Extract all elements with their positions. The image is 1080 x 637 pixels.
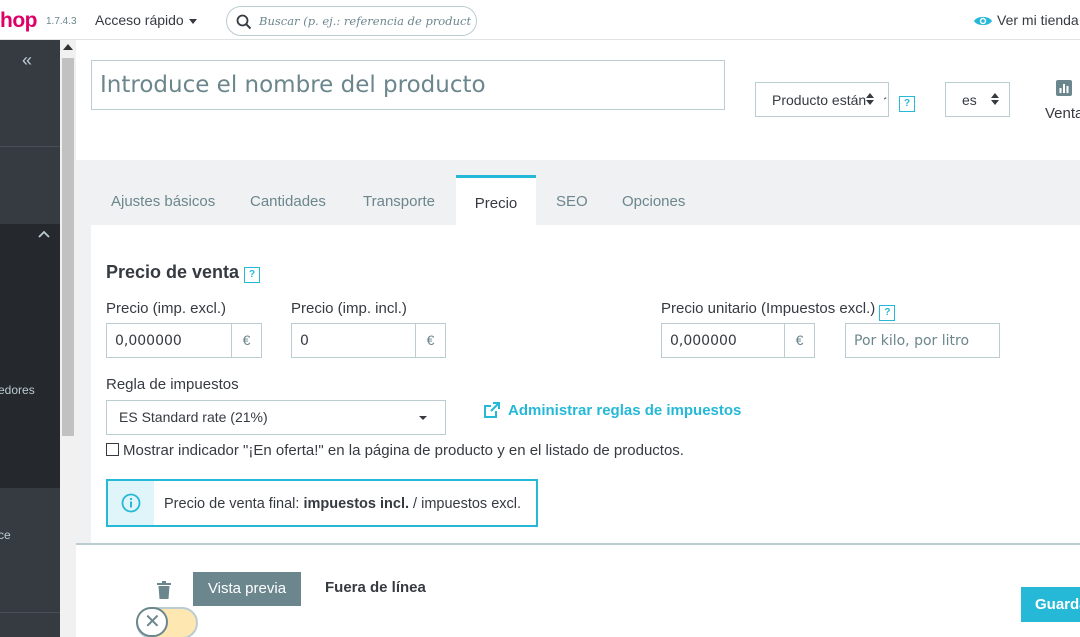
top-header: hop 1.7.4.3 Acceso rápido Ver mi tienda — [0, 0, 1080, 40]
save-button[interactable]: Guardar — [1021, 587, 1080, 622]
price-incl-field[interactable]: € — [291, 323, 446, 358]
final-price-info: Precio de venta final: impuestos incl. /… — [106, 479, 538, 527]
final-price-toggle-incl[interactable]: impuestos incl. — [303, 496, 409, 512]
tab-options[interactable]: Opciones — [622, 175, 685, 225]
price-excl-field[interactable]: € — [106, 323, 262, 358]
unit-price-field[interactable]: € — [661, 323, 815, 358]
tab-seo[interactable]: SEO — [556, 175, 588, 225]
on-sale-option[interactable]: Mostrar indicador "¡En oferta!" en la pá… — [106, 442, 684, 459]
help-icon[interactable]: ? — [899, 96, 915, 112]
section-title: Precio de venta ? — [106, 262, 261, 283]
info-icon-wrap — [108, 481, 154, 525]
price-excl-label: Precio (imp. excl.) — [106, 300, 227, 317]
chevron-up-icon[interactable] — [38, 230, 50, 238]
language-select[interactable]: es — [945, 82, 1010, 117]
final-price-prefix: Precio de venta final: — [164, 496, 304, 512]
final-price-text: Precio de venta final: impuestos incl. /… — [164, 496, 521, 512]
tab-shipping[interactable]: Transporte — [363, 175, 435, 225]
on-sale-checkbox[interactable] — [106, 443, 119, 456]
search-box[interactable] — [226, 6, 477, 36]
unit-price-label-text: Precio unitario (Impuestos excl.) — [661, 300, 876, 317]
version-label: 1.7.4.3 — [46, 16, 77, 27]
view-shop-label: Ver mi tienda — [997, 12, 1079, 28]
tax-rule-value: ES Standard rate (21%) — [119, 409, 268, 425]
sidebar: « edores ce — [0, 40, 60, 637]
toggle-knob[interactable]: ✕ — [136, 607, 168, 637]
caret-down-icon — [419, 416, 427, 420]
unit-input[interactable] — [846, 324, 999, 357]
tab-pricing[interactable]: Precio — [456, 175, 536, 225]
quick-access-dropdown[interactable]: Acceso rápido — [95, 12, 197, 28]
search-input[interactable] — [259, 12, 471, 30]
tax-rule-select[interactable]: ES Standard rate (21%) — [106, 400, 446, 435]
external-link-icon — [484, 402, 500, 418]
sales-label: Ventas — [1045, 105, 1080, 122]
close-icon: ✕ — [144, 611, 161, 633]
info-icon — [121, 493, 141, 513]
logo[interactable]: hop — [0, 9, 37, 33]
help-icon[interactable]: ? — [879, 305, 896, 321]
section-title-text: Precio de venta — [106, 262, 240, 282]
sidebar-active-section — [0, 224, 60, 488]
on-sale-label: Mostrar indicador "¡En oferta!" en la pá… — [123, 442, 684, 459]
price-incl-label: Precio (imp. incl.) — [291, 300, 407, 317]
unit-price-label: Precio unitario (Impuestos excl.) ? — [661, 300, 896, 321]
view-shop-link[interactable]: Ver mi tienda — [973, 12, 1079, 28]
collapse-sidebar-icon[interactable]: « — [22, 50, 32, 71]
select-arrows-icon — [866, 93, 884, 107]
tab-quantities[interactable]: Cantidades — [250, 175, 326, 225]
product-type-select[interactable]: Producto estándar — [755, 82, 889, 117]
search-icon — [236, 14, 252, 30]
final-price-toggle-excl[interactable]: / impuestos excl. — [409, 496, 521, 512]
online-toggle[interactable]: ✕ — [136, 607, 198, 637]
manage-tax-rules-label: Administrar reglas de impuestos — [508, 402, 742, 419]
tab-basic-settings[interactable]: Ajustes básicos — [111, 175, 215, 225]
price-incl-input[interactable] — [292, 324, 415, 357]
scrollbar[interactable] — [60, 40, 76, 637]
unit-price-input[interactable] — [662, 324, 784, 357]
scroll-thumb[interactable] — [62, 58, 74, 436]
eye-icon — [974, 16, 992, 26]
help-icon[interactable]: ? — [244, 267, 261, 283]
caret-down-icon — [188, 18, 197, 24]
price-excl-input[interactable] — [107, 324, 231, 357]
sidebar-item-label[interactable]: ce — [0, 528, 11, 542]
quick-access-label: Acceso rápido — [95, 12, 184, 28]
preview-button[interactable]: Vista previa — [193, 572, 301, 606]
sidebar-item-label[interactable]: edores — [0, 383, 35, 397]
currency-addon: € — [415, 324, 445, 357]
currency-addon: € — [784, 324, 814, 357]
scroll-up-arrow-icon[interactable] — [63, 44, 73, 50]
sidebar-divider — [0, 612, 60, 613]
currency-addon: € — [231, 324, 261, 357]
bar-chart-icon — [1056, 80, 1072, 96]
unit-field[interactable] — [845, 323, 1000, 358]
manage-tax-rules-link[interactable]: Administrar reglas de impuestos — [484, 402, 741, 419]
product-name-input[interactable] — [91, 60, 725, 110]
trash-icon[interactable] — [157, 581, 171, 599]
offline-label: Fuera de línea — [325, 579, 426, 596]
language-value: es — [962, 92, 977, 108]
sidebar-divider — [0, 146, 60, 147]
tax-rule-label: Regla de impuestos — [106, 376, 239, 393]
